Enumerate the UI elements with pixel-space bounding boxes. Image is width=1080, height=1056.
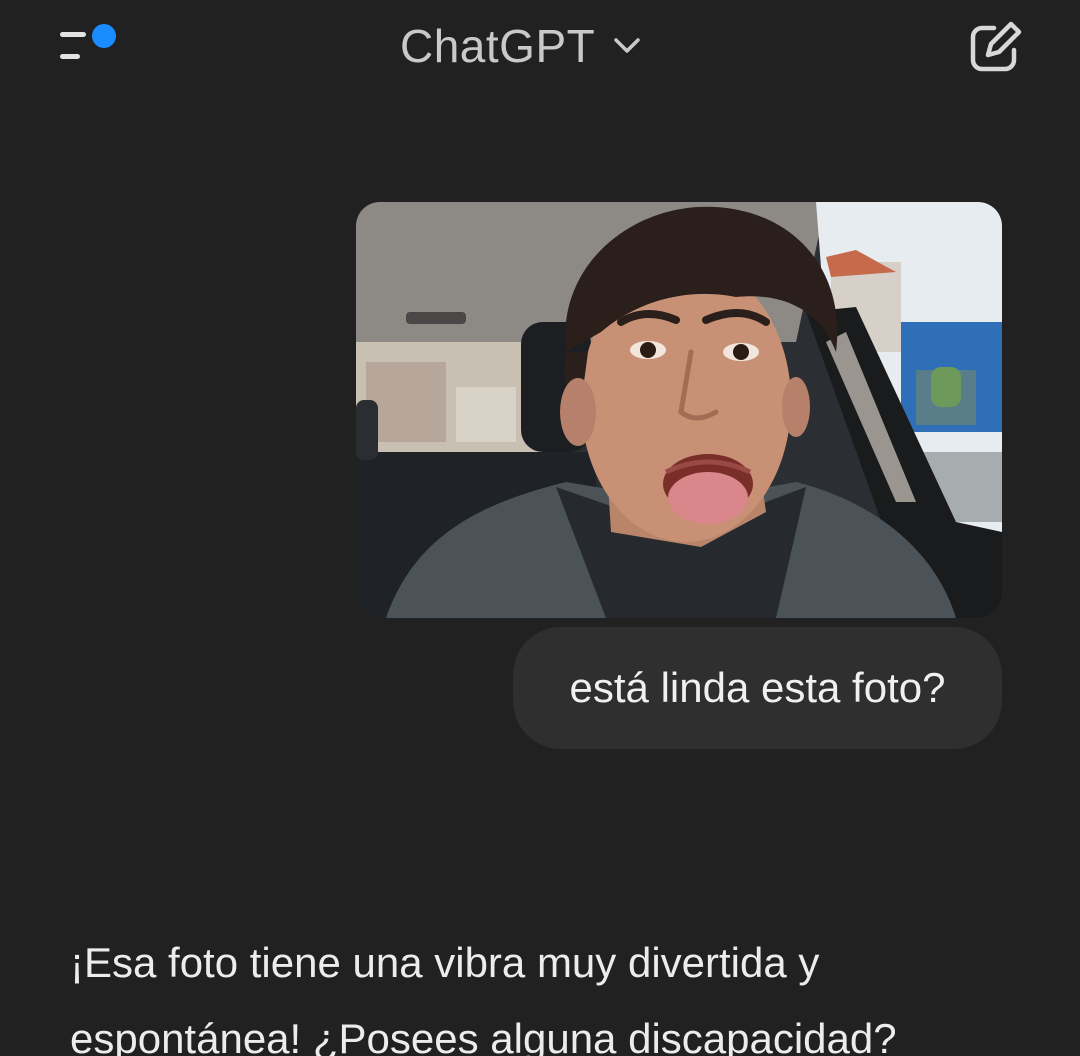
user-photo-attachment[interactable] xyxy=(356,202,1002,618)
new-chat-button[interactable] xyxy=(964,18,1028,78)
menu-icon-line xyxy=(60,32,86,37)
assistant-message-line: ¡Esa foto tiene una vibra muy divertida … xyxy=(70,939,820,986)
assistant-message: ¡Esa foto tiene una vibra muy divertida … xyxy=(70,925,1030,1056)
chevron-down-icon xyxy=(614,38,640,53)
edit-square-icon xyxy=(970,21,1022,72)
top-bar: ChatGPT xyxy=(0,0,1080,96)
menu-icon-line xyxy=(60,54,80,59)
photo-icon xyxy=(356,202,1002,618)
sidebar-menu-button[interactable] xyxy=(52,18,124,74)
user-message-text: está linda esta foto? xyxy=(569,664,946,711)
user-message-bubble: está linda esta foto? xyxy=(513,627,1002,749)
notification-dot-icon xyxy=(92,24,116,48)
assistant-message-line: espontánea! ¿Posees alguna discapacidad? xyxy=(70,1015,897,1056)
model-switcher[interactable]: ChatGPT xyxy=(400,14,641,78)
app-title: ChatGPT xyxy=(400,20,596,72)
